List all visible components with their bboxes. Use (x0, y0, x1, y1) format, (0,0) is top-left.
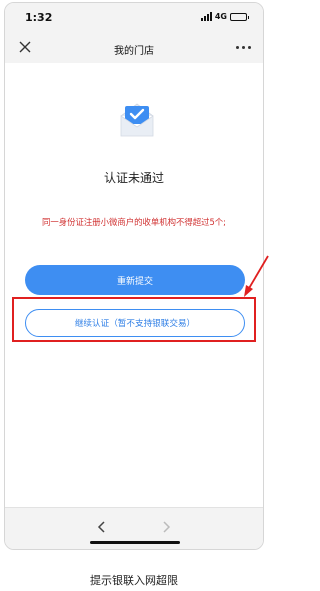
phone-screen: 1:32 4G 我的门店 认证未通过 同一身份证注册小微商户的收单机构不得超过5… (4, 2, 264, 550)
forward-arrow-icon[interactable] (157, 518, 175, 536)
page-title: 我的门店 (114, 46, 154, 57)
resubmit-button[interactable]: 重新提交 (25, 265, 245, 295)
image-caption: 提示银联入网超限 (90, 574, 178, 587)
status-indicators: 4G (200, 12, 249, 21)
network-type: 4G (214, 12, 227, 21)
signal-icon (200, 12, 212, 21)
bottom-toolbar (5, 507, 263, 549)
more-icon[interactable] (236, 46, 251, 49)
battery-icon (230, 12, 249, 21)
nav-bar: 我的门店 (5, 33, 263, 63)
back-arrow-icon[interactable] (93, 518, 111, 536)
annotation-arrow-icon (244, 255, 269, 297)
status-bar: 1:32 4G (5, 3, 263, 33)
annotation-highlight-box (12, 297, 256, 342)
home-indicator (90, 541, 180, 544)
status-time: 1:32 (25, 11, 53, 24)
result-title: 认证未通过 (103, 171, 164, 185)
envelope-check-icon (120, 103, 154, 137)
warning-message: 同一身份证注册小微商户的收单机构不得超过5个; (41, 217, 227, 227)
